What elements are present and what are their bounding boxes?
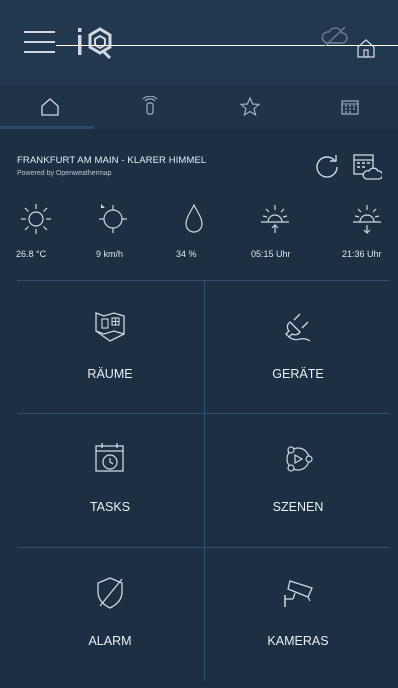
hamburger-menu-icon[interactable] — [24, 29, 56, 56]
cloud-off-icon[interactable] — [320, 24, 350, 48]
weather-forecast-icon[interactable] — [352, 152, 382, 182]
tile-label: KAMERAS — [267, 634, 329, 648]
active-tab-indicator — [0, 126, 94, 129]
rooms-map-icon — [95, 312, 125, 342]
tab-calendar[interactable] — [300, 85, 398, 129]
tab-sensors[interactable] — [100, 85, 199, 129]
app-header — [0, 0, 398, 85]
scenes-icon — [286, 446, 313, 472]
tab-favorites[interactable] — [200, 85, 299, 129]
sunset-icon — [353, 205, 381, 234]
sunrise-value: 05:15 Uhr — [251, 249, 291, 259]
remote-sensor-icon — [142, 96, 157, 115]
weather-location-title: FRANKFURT AM MAIN - KLARER HIMMEL — [17, 155, 207, 166]
refresh-icon[interactable] — [313, 152, 341, 180]
calendar-clock-icon — [95, 443, 124, 472]
tile-alarm[interactable]: ALARM — [17, 548, 203, 681]
temperature-value: 26.8 °C — [16, 249, 47, 259]
sunset-value: 21:36 Uhr — [342, 249, 382, 259]
tile-label: ALARM — [88, 634, 132, 648]
tile-tasks[interactable]: TASKS — [17, 414, 203, 547]
calendar-icon — [340, 100, 359, 115]
tile-label: GERÄTE — [272, 367, 324, 381]
tile-label: TASKS — [89, 500, 131, 514]
wind-icon — [99, 204, 127, 233]
tile-devices[interactable]: GERÄTE — [205, 281, 391, 414]
sunrise-icon — [261, 205, 289, 233]
tile-label: SZENEN — [272, 500, 324, 514]
weather-provider: Powered by Openweathermap — [17, 170, 112, 177]
home-icon[interactable] — [354, 36, 378, 60]
humidity-drop-icon — [185, 203, 203, 233]
iq-logo-icon — [78, 27, 112, 60]
tile-label: RÄUME — [87, 367, 133, 381]
tab-home[interactable] — [0, 85, 99, 129]
tab-bar — [0, 85, 398, 129]
humidity-value: 34 % — [176, 249, 197, 259]
star-icon — [238, 96, 261, 117]
wind-speed-value: 9 km/h — [96, 249, 124, 259]
home-icon — [40, 98, 59, 116]
shield-off-icon — [97, 577, 123, 609]
tile-scenes[interactable]: SZENEN — [205, 414, 391, 547]
tile-rooms[interactable]: RÄUME — [17, 281, 203, 414]
sun-icon — [21, 204, 51, 234]
tile-cameras[interactable]: KAMERAS — [205, 548, 391, 681]
camera-icon — [284, 580, 313, 607]
plug-icon — [285, 313, 311, 342]
